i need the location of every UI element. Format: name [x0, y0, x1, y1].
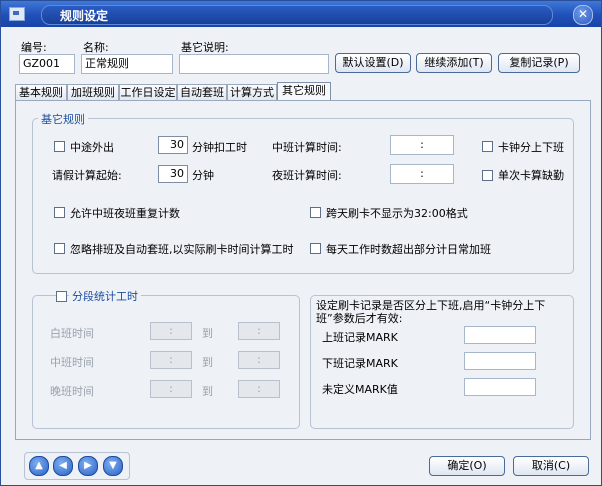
- night-shift-start-input[interactable]: :: [150, 380, 192, 398]
- off-duty-mark-input[interactable]: [464, 352, 536, 370]
- midway-out-label: 中途外出: [70, 141, 114, 154]
- close-icon[interactable]: ✕: [573, 5, 593, 25]
- cancel-button[interactable]: 取消(C): [513, 456, 589, 476]
- tab-auto-shift[interactable]: 自动套班: [177, 84, 227, 100]
- day-shift-label: 白班时间: [50, 327, 94, 340]
- night-shift-label: 晚班时间: [50, 385, 94, 398]
- continue-add-button[interactable]: 继续添加(T): [416, 53, 492, 73]
- midway-minutes-suffix: 分钟扣工时: [192, 141, 247, 154]
- single-card-absent-checkbox[interactable]: [482, 170, 493, 181]
- mid-shift-time-label: 中班计算时间:: [272, 141, 342, 154]
- mid-shift-to-label: 到: [202, 356, 213, 369]
- undefined-mark-input[interactable]: [464, 378, 536, 396]
- single-card-absent-label: 单次卡算缺勤: [498, 169, 564, 182]
- ok-button[interactable]: 确定(O): [429, 456, 505, 476]
- segment-group-title: 分段统计工时: [69, 288, 141, 304]
- ignore-schedule-checkbox[interactable]: [54, 243, 65, 254]
- daily-overtime-checkbox[interactable]: [310, 243, 321, 254]
- mid-shift-end-input[interactable]: :: [238, 351, 280, 369]
- undefined-mark-label: 未定义MARK值: [322, 383, 398, 396]
- night-shift-time-label: 夜班计算时间:: [272, 169, 342, 182]
- window-title: 规则设定: [60, 9, 109, 23]
- leave-minutes-suffix: 分钟: [192, 169, 214, 182]
- night-shift-time-input[interactable]: :: [390, 164, 454, 184]
- default-settings-button[interactable]: 默认设置(D): [335, 53, 411, 73]
- mid-shift-label: 中班时间: [50, 356, 94, 369]
- day-shift-end-input[interactable]: :: [238, 322, 280, 340]
- mid-shift-start-input[interactable]: :: [150, 351, 192, 369]
- name-label: 名称:: [83, 41, 109, 54]
- name-input[interactable]: 正常规则: [81, 54, 173, 74]
- rule-settings-window: 规则设定 ✕ 编号: GZ001 名称: 正常规则 基它说明: 默认设置(D) …: [0, 0, 602, 486]
- description-label: 基它说明:: [181, 41, 229, 54]
- segment-checkbox[interactable]: [56, 291, 67, 302]
- leave-minutes-input[interactable]: 30: [158, 165, 188, 183]
- day-shift-to-label: 到: [202, 327, 213, 340]
- right-arrow-icon[interactable]: ▶: [78, 456, 98, 476]
- on-duty-mark-input[interactable]: [464, 326, 536, 344]
- tab-basic-rules[interactable]: 基本规则: [15, 84, 67, 100]
- mark-note: 设定刷卡记录是否区分上下班,启用“卡钟分上下班”参数后才有效:: [316, 299, 546, 325]
- night-shift-end-input[interactable]: :: [238, 380, 280, 398]
- off-duty-mark-label: 下班记录MARK: [322, 357, 398, 370]
- tab-overtime-rules[interactable]: 加班规则: [67, 84, 119, 100]
- tab-other-rules[interactable]: 其它规则: [277, 82, 331, 102]
- title-bar: 规则设定 ✕: [1, 1, 601, 27]
- allow-repeat-checkbox[interactable]: [54, 207, 65, 218]
- code-input[interactable]: GZ001: [19, 54, 75, 74]
- other-rules-group-title: 基它规则: [38, 111, 88, 127]
- midway-out-checkbox[interactable]: [54, 141, 65, 152]
- ignore-schedule-label: 忽略排班及自动套班,以实际刷卡时间计算工时: [70, 243, 294, 256]
- leave-start-label: 请假计算起始:: [52, 169, 122, 182]
- copy-record-button[interactable]: 复制记录(P): [498, 53, 580, 73]
- clock-split-checkbox[interactable]: [482, 141, 493, 152]
- window-icon: [9, 7, 25, 21]
- tab-calculation-method[interactable]: 计算方式: [227, 84, 277, 100]
- cross-day-label: 跨天刷卡不显示为32:00格式: [326, 207, 468, 220]
- day-shift-start-input[interactable]: :: [150, 322, 192, 340]
- tab-workday-settings[interactable]: 工作日设定: [119, 84, 177, 100]
- allow-repeat-label: 允许中班夜班重复计数: [70, 207, 180, 220]
- clock-split-label: 卡钟分上下班: [498, 141, 564, 154]
- left-arrow-icon[interactable]: ◀: [53, 456, 73, 476]
- code-label: 编号:: [21, 41, 47, 54]
- tab-panel-other-rules: 基它规则 中途外出 30 分钟扣工时 请假计算起始: 30 分钟 中班计算时间:…: [15, 100, 591, 440]
- mid-shift-time-input[interactable]: :: [390, 135, 454, 155]
- down-arrow-icon[interactable]: ▼: [103, 456, 123, 476]
- cross-day-checkbox[interactable]: [310, 207, 321, 218]
- description-input[interactable]: [179, 54, 329, 74]
- on-duty-mark-label: 上班记录MARK: [322, 331, 398, 344]
- up-arrow-icon[interactable]: ▲: [29, 456, 49, 476]
- midway-minutes-input[interactable]: 30: [158, 136, 188, 154]
- title-pill: 规则设定: [41, 5, 553, 25]
- night-shift-to-label: 到: [202, 385, 213, 398]
- daily-overtime-label: 每天工作时数超出部分计日常加班: [326, 243, 491, 256]
